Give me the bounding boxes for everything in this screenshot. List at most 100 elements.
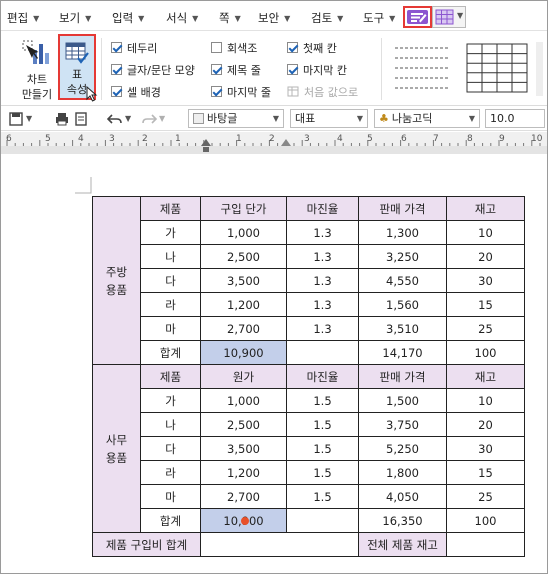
- table-cell[interactable]: 라: [140, 292, 201, 317]
- table-properties-button[interactable]: 표 속성: [58, 34, 98, 102]
- table-cell[interactable]: 2,700: [200, 316, 287, 341]
- checkbox-box[interactable]: [111, 64, 122, 75]
- table-cell[interactable]: 가: [140, 220, 201, 245]
- table-cell[interactable]: 15: [446, 460, 525, 485]
- checkbox-box[interactable]: [287, 42, 298, 53]
- table-style-gallery[interactable]: [389, 38, 544, 100]
- table-cell[interactable]: 3,750: [358, 412, 447, 437]
- table-cell[interactable]: 1,200: [200, 460, 287, 485]
- chart-create-button[interactable]: 차트 만들기: [15, 38, 59, 102]
- group-cell-kitchen[interactable]: 주방 용품: [92, 196, 141, 365]
- table-cell[interactable]: 2,700: [200, 484, 287, 509]
- header-cell[interactable]: 제품: [140, 196, 201, 221]
- table-layout-tab[interactable]: ▼: [432, 6, 466, 28]
- header-cell[interactable]: 판매 가격: [358, 196, 447, 221]
- total-cost-cell-active[interactable]: 10,900: [200, 508, 287, 533]
- table-cell[interactable]: 나: [140, 412, 201, 437]
- table-cell[interactable]: 1,000: [200, 388, 287, 413]
- table-cell[interactable]: 2,500: [200, 244, 287, 269]
- table-cell[interactable]: 1,200: [200, 292, 287, 317]
- table-cell[interactable]: 라: [140, 460, 201, 485]
- paragraph-style-dropdown[interactable]: 바탕글 ▼: [188, 109, 284, 128]
- table-cell[interactable]: 30: [446, 436, 525, 461]
- undo-icon[interactable]: [107, 112, 123, 126]
- table-cell[interactable]: 마: [140, 484, 201, 509]
- font-size-input[interactable]: 10.0: [485, 109, 545, 128]
- checkbox-cell-background[interactable]: 셀 배경: [111, 84, 161, 100]
- header-cell[interactable]: 원가: [200, 364, 287, 389]
- menu-format[interactable]: 서식 ▼: [166, 10, 198, 26]
- table-cell[interactable]: 다: [140, 436, 201, 461]
- header-cell[interactable]: 재고: [446, 196, 525, 221]
- table-cell[interactable]: 25: [446, 484, 525, 509]
- checkbox-title-row[interactable]: 제목 줄: [211, 62, 261, 78]
- table-cell[interactable]: 1.3: [286, 244, 359, 269]
- menu-review[interactable]: 검토 ▼: [311, 10, 343, 26]
- menu-page[interactable]: 쪽 ▼: [219, 10, 241, 26]
- checkbox-box[interactable]: [211, 86, 222, 97]
- table-cell[interactable]: 15: [446, 292, 525, 317]
- menu-security[interactable]: 보안 ▼: [258, 10, 290, 26]
- table-cell[interactable]: 20: [446, 412, 525, 437]
- table-cell[interactable]: 3,510: [358, 316, 447, 341]
- table-cell[interactable]: 1,500: [358, 388, 447, 413]
- checkbox-box[interactable]: [211, 42, 222, 53]
- table-cell[interactable]: 25: [446, 316, 525, 341]
- table-cell[interactable]: 4,550: [358, 268, 447, 293]
- chevron-down-icon[interactable]: ▼: [159, 114, 165, 123]
- table-cell[interactable]: 3,500: [200, 268, 287, 293]
- table-cell[interactable]: 1.3: [286, 292, 359, 317]
- font-target-dropdown[interactable]: 대표 ▼: [290, 109, 368, 128]
- font-family-dropdown[interactable]: ♣ 나눔고딕 ▼: [374, 109, 480, 128]
- table-cell[interactable]: 1.3: [286, 220, 359, 245]
- chevron-down-icon[interactable]: ▼: [26, 114, 32, 123]
- table-cell[interactable]: 1.5: [286, 484, 359, 509]
- total-stock-cell[interactable]: 100: [446, 340, 525, 365]
- purchase-total-value-cell[interactable]: [200, 532, 359, 557]
- header-cell[interactable]: 마진율: [286, 196, 359, 221]
- redo-icon[interactable]: [141, 112, 157, 126]
- checkbox-last-column[interactable]: 마지막 칸: [287, 62, 347, 78]
- table-cell[interactable]: 10: [446, 388, 525, 413]
- checkbox-grayscale[interactable]: 회색조: [211, 40, 257, 56]
- checkbox-box[interactable]: [211, 64, 222, 75]
- table-cell[interactable]: 3,250: [358, 244, 447, 269]
- print-icon[interactable]: [55, 112, 69, 126]
- menu-view[interactable]: 보기 ▼: [59, 10, 91, 26]
- reset-to-default-button[interactable]: 처음 값으로: [287, 84, 358, 100]
- horizontal-ruler[interactable]: 6 5 4 3 2 1 1 2 3 4 5 6 7 8 9 10: [1, 132, 547, 154]
- table-cell[interactable]: 1.5: [286, 436, 359, 461]
- total-label-cell[interactable]: 합계: [140, 340, 201, 365]
- menu-tools[interactable]: 도구 ▼: [363, 10, 395, 26]
- checkbox-last-row[interactable]: 마지막 줄: [211, 84, 271, 100]
- table-cell[interactable]: 1.5: [286, 460, 359, 485]
- purchase-total-label-cell[interactable]: 제품 구입비 합계: [92, 532, 201, 557]
- chevron-down-icon[interactable]: ▼: [125, 114, 131, 123]
- table-cell[interactable]: 1,800: [358, 460, 447, 485]
- total-stock-cell[interactable]: 100: [446, 508, 525, 533]
- total-price-cell[interactable]: 16,350: [358, 508, 447, 533]
- checkbox-char-para-shape[interactable]: 글자/문단 모양: [111, 62, 195, 78]
- table-cell[interactable]: 20: [446, 244, 525, 269]
- table-cell[interactable]: 1.3: [286, 268, 359, 293]
- header-cell[interactable]: 구입 단가: [200, 196, 287, 221]
- table-cell[interactable]: 1,300: [358, 220, 447, 245]
- header-cell[interactable]: 판매 가격: [358, 364, 447, 389]
- table-cell[interactable]: 5,250: [358, 436, 447, 461]
- table-cell[interactable]: 1.5: [286, 388, 359, 413]
- table-design-tab[interactable]: [403, 6, 432, 28]
- save-icon[interactable]: [9, 112, 23, 126]
- table-cell[interactable]: [286, 340, 359, 365]
- table-cell[interactable]: 1,560: [358, 292, 447, 317]
- table-cell[interactable]: [286, 508, 359, 533]
- table-cell[interactable]: 다: [140, 268, 201, 293]
- table-cell[interactable]: 4,050: [358, 484, 447, 509]
- total-price-cell[interactable]: 14,170: [358, 340, 447, 365]
- header-cell[interactable]: 마진율: [286, 364, 359, 389]
- stock-total-value-cell[interactable]: [446, 532, 525, 557]
- total-label-cell[interactable]: 합계: [140, 508, 201, 533]
- table-cell[interactable]: 가: [140, 388, 201, 413]
- menu-insert[interactable]: 입력 ▼: [112, 10, 144, 26]
- table-cell[interactable]: 10: [446, 220, 525, 245]
- table-cell[interactable]: 3,500: [200, 436, 287, 461]
